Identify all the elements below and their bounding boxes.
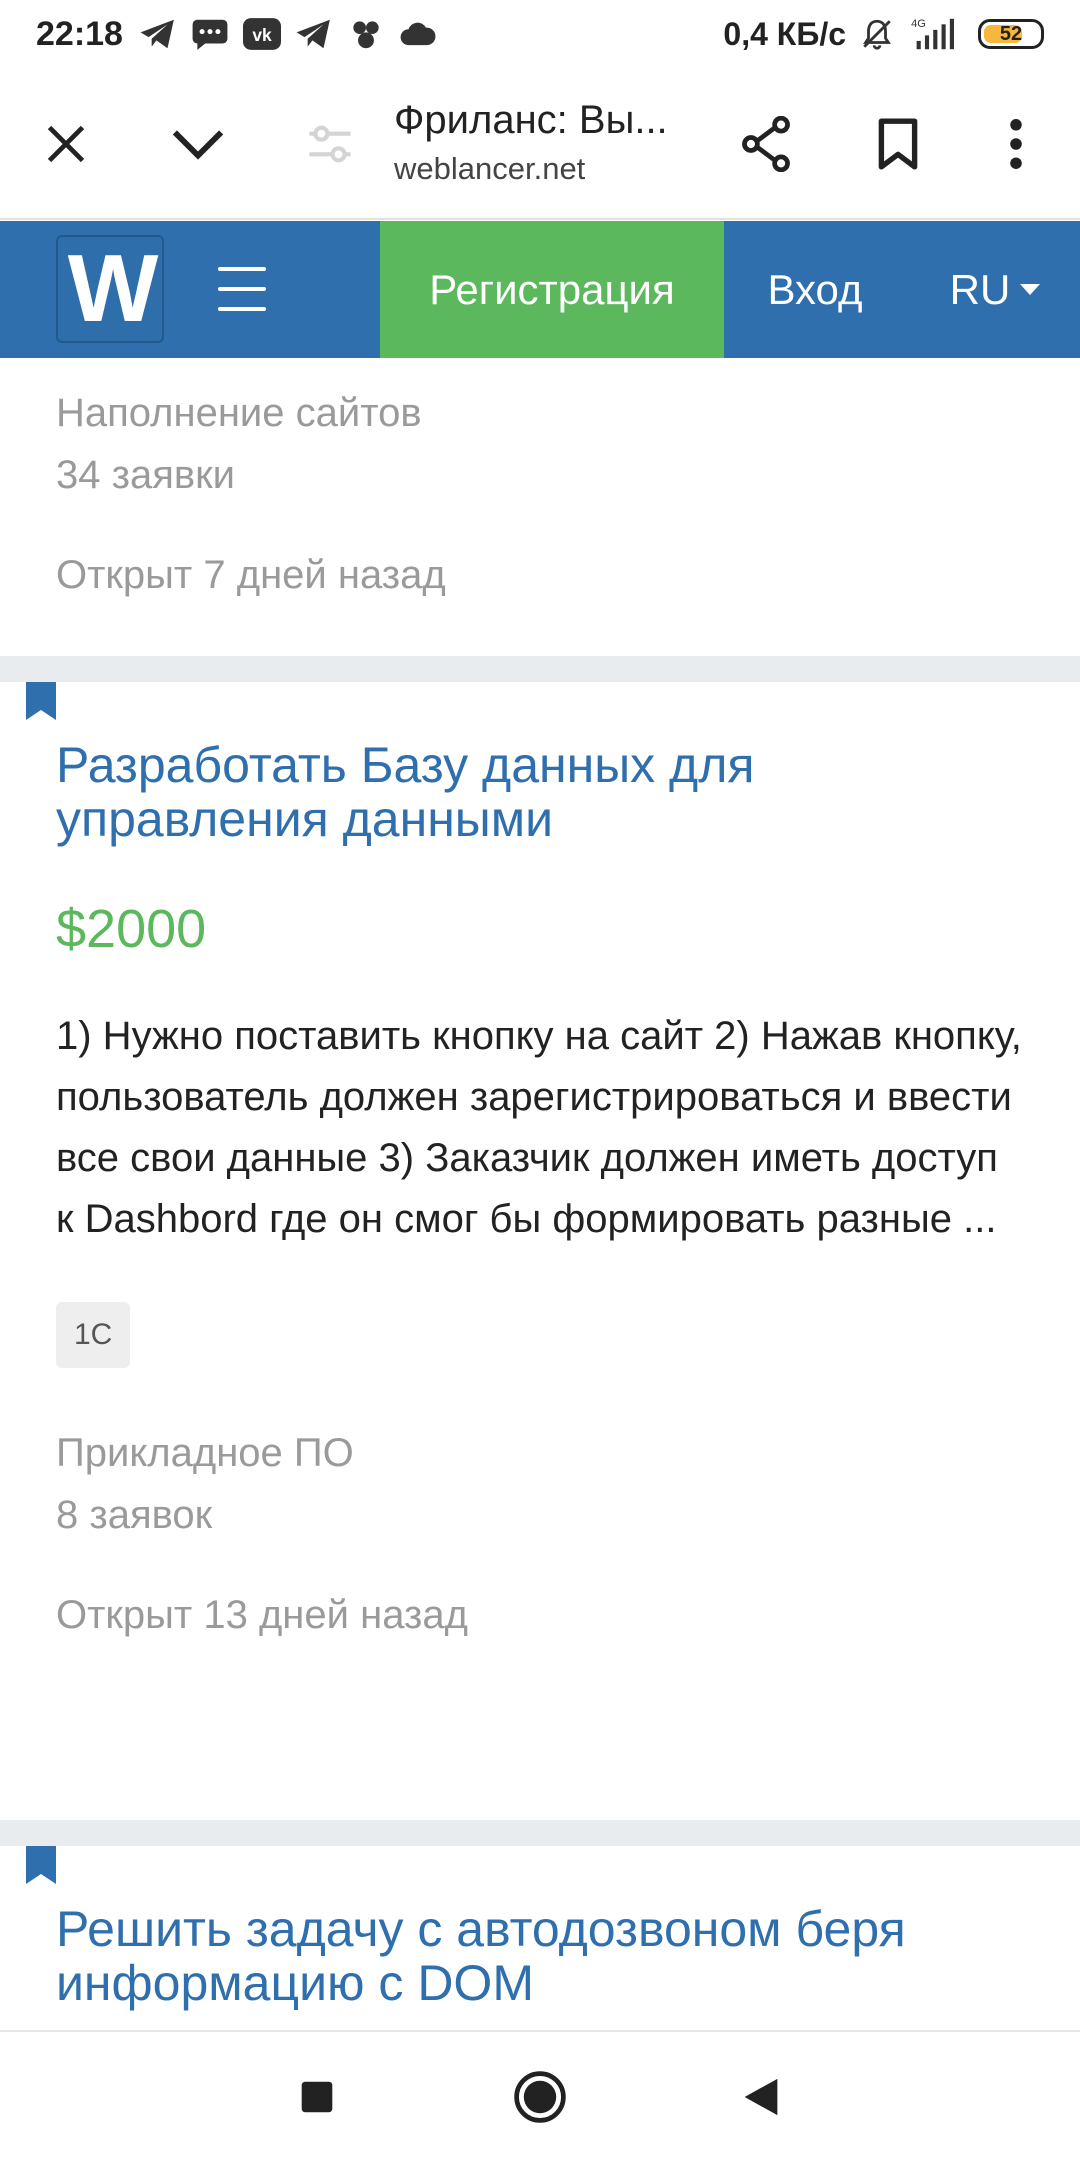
status-bar: 22:18 vk 0,4 КБ/с 4G 52 <box>0 0 1080 68</box>
telegram-icon <box>296 19 330 49</box>
share-button[interactable] <box>726 104 806 184</box>
bookmark-icon <box>878 118 918 170</box>
list-item: Разработать Базу данных для управления д… <box>0 682 1080 1820</box>
share-icon <box>742 116 790 172</box>
bookmark-flag-icon[interactable] <box>26 1846 56 1884</box>
site-settings-button[interactable] <box>290 104 370 184</box>
language-label: RU <box>949 265 1011 313</box>
listing-tag[interactable]: 1C <box>56 1302 131 1368</box>
recents-square-icon <box>301 2081 333 2113</box>
network-speed: 0,4 КБ/с <box>723 15 846 52</box>
more-vert-icon <box>1010 119 1022 169</box>
divider <box>0 1820 1080 1846</box>
page-title: Фриланс: Вы... <box>394 98 668 142</box>
more-options-button[interactable] <box>976 104 1056 184</box>
bookmark-button[interactable] <box>858 104 938 184</box>
sms-icon <box>192 19 228 50</box>
status-time: 22:18 <box>36 14 123 53</box>
listing-opened: Открыт 13 дней назад <box>56 1593 468 1637</box>
listing-title[interactable]: Разработать Базу данных для управления д… <box>56 682 1024 846</box>
language-dropdown[interactable]: RU <box>930 221 1060 358</box>
svg-text:vk: vk <box>252 25 272 45</box>
recents-button[interactable] <box>282 2062 352 2132</box>
close-icon <box>47 125 85 163</box>
vk-icon: vk <box>242 18 281 50</box>
browser-toolbar: Фриланс: Вы... weblancer.net <box>0 68 1080 220</box>
list-item: Наполнение сайтов 34 заявки Открыт 7 дне… <box>0 358 1080 656</box>
listing-category[interactable]: Прикладное ПО <box>56 1422 1024 1484</box>
site-header: W Регистрация Вход RU <box>0 221 1080 358</box>
telegram-icon <box>140 19 174 49</box>
bookmark-flag-icon[interactable] <box>26 682 56 720</box>
list-item: Решить задачу с автодозвоном беря информ… <box>0 1846 1080 2010</box>
listing-opened: Открыт 7 дней назад <box>56 553 446 597</box>
listing-price: $2000 <box>56 899 207 959</box>
close-button[interactable] <box>26 104 106 184</box>
mute-bell-icon <box>863 19 891 50</box>
listing-meta: Прикладное ПО 8 заявок <box>56 1422 1024 1546</box>
chevron-down-icon <box>172 130 224 160</box>
site-logo[interactable]: W <box>56 235 164 343</box>
logo-letter: W <box>67 235 159 342</box>
system-nav-bar <box>0 2030 1080 2160</box>
page-url: weblancer.net <box>394 151 586 186</box>
register-button[interactable]: Регистрация <box>380 221 724 358</box>
svg-text:4G: 4G <box>911 18 926 30</box>
listings-feed[interactable]: Наполнение сайтов 34 заявки Открыт 7 дне… <box>0 358 1080 2030</box>
home-button[interactable] <box>505 2062 575 2132</box>
listing-bids: 8 заявок <box>56 1493 213 1537</box>
minimize-button[interactable] <box>158 104 238 184</box>
menu-icon[interactable] <box>218 267 266 311</box>
home-circle-icon <box>514 2071 566 2123</box>
page-title-block[interactable]: Фриланс: Вы... weblancer.net <box>394 98 714 187</box>
app-icon <box>353 21 379 49</box>
signal-4g-icon: 4G <box>911 18 954 50</box>
caret-down-icon <box>1020 284 1041 295</box>
cloud-icon <box>400 22 436 46</box>
back-button[interactable] <box>726 2062 796 2132</box>
back-triangle-icon <box>744 2078 778 2116</box>
listing-title[interactable]: Решить задачу с автодозвоном беря информ… <box>56 1846 1024 2010</box>
tune-icon <box>309 125 351 163</box>
divider <box>0 656 1080 682</box>
listing-bids: 34 заявки <box>56 453 235 497</box>
listing-description: 1) Нужно поставить кнопку на сайт 2) Наж… <box>56 1014 1022 1241</box>
status-right: 0,4 КБ/с 4G 52 <box>723 16 1044 53</box>
listing-category[interactable]: Наполнение сайтов <box>56 382 1024 444</box>
battery-icon: 52 <box>978 19 1044 49</box>
login-button[interactable]: Вход <box>724 221 906 358</box>
notification-icons: vk <box>139 18 437 50</box>
battery-level: 52 <box>999 22 1023 45</box>
